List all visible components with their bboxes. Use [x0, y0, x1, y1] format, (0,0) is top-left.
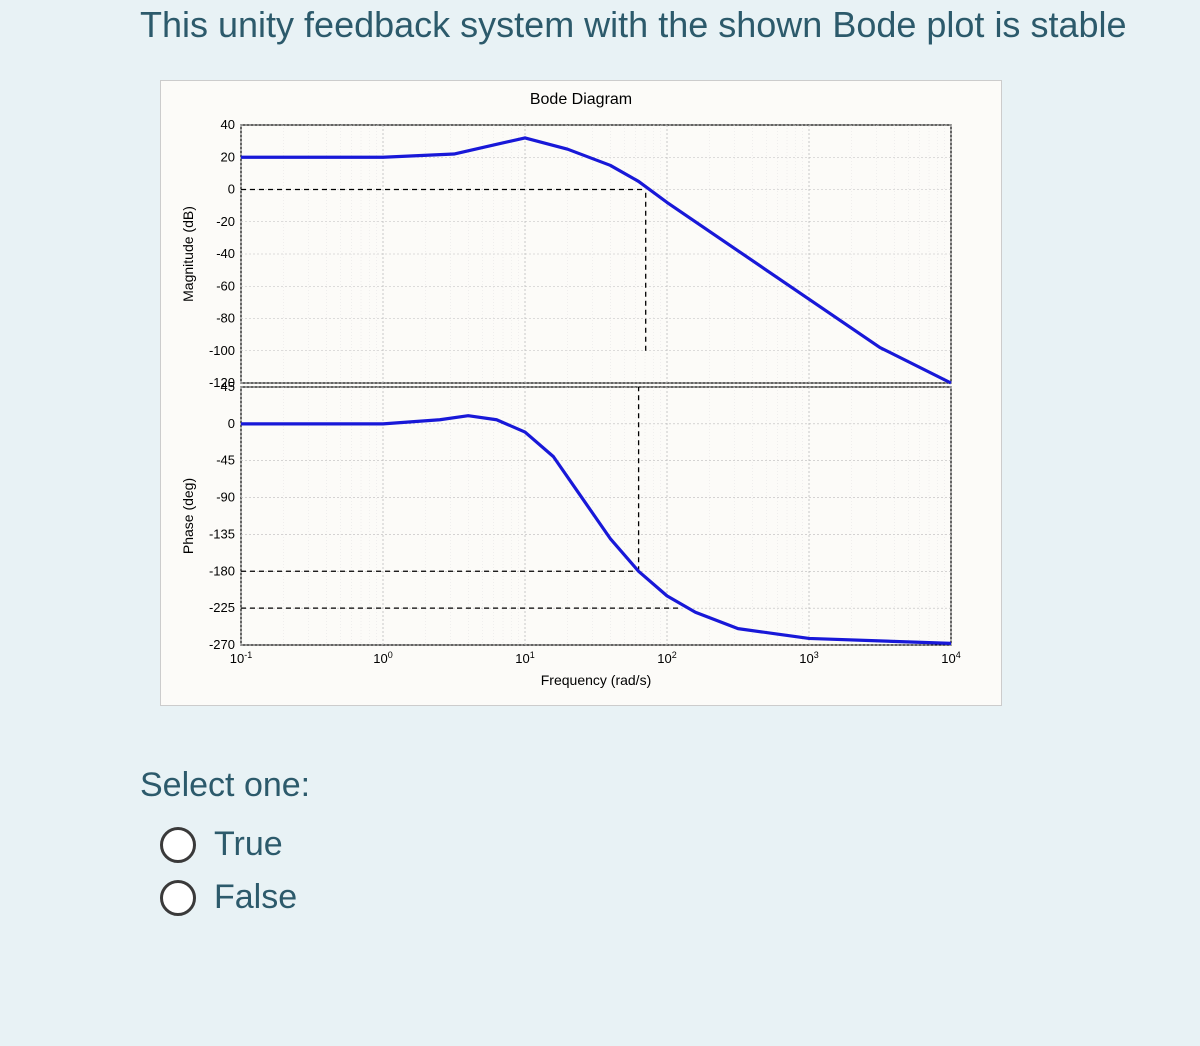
- svg-text:-80: -80: [216, 311, 235, 326]
- select-prompt: Select one:: [140, 766, 1160, 805]
- svg-text:0: 0: [228, 182, 235, 197]
- svg-text:103: 103: [799, 650, 818, 666]
- svg-text:104: 104: [941, 650, 960, 666]
- option-label: True: [214, 825, 283, 864]
- radio-icon[interactable]: [160, 827, 196, 863]
- svg-text:Frequency (rad/s): Frequency (rad/s): [541, 672, 651, 688]
- svg-text:-135: -135: [209, 527, 235, 542]
- chart-title: Bode Diagram: [171, 91, 991, 109]
- svg-text:Magnitude (dB): Magnitude (dB): [180, 207, 196, 303]
- svg-text:Phase (deg): Phase (deg): [180, 478, 196, 554]
- option-false[interactable]: False: [160, 878, 1160, 917]
- question-text: This unity feedback system with the show…: [140, 0, 1160, 50]
- bode-svg: 40200-20-40-60-80-100-120Magnitude (dB)4…: [171, 115, 971, 695]
- svg-text:40: 40: [221, 117, 235, 132]
- svg-text:-90: -90: [216, 490, 235, 505]
- svg-text:-40: -40: [216, 246, 235, 261]
- svg-text:-180: -180: [209, 564, 235, 579]
- svg-text:-45: -45: [216, 453, 235, 468]
- svg-text:-100: -100: [209, 343, 235, 358]
- svg-text:-60: -60: [216, 279, 235, 294]
- bode-chart: Bode Diagram 40200-20-40-60-80-100-120Ma…: [160, 80, 1002, 706]
- svg-text:-225: -225: [209, 601, 235, 616]
- option-true[interactable]: True: [160, 825, 1160, 864]
- svg-text:45: 45: [221, 379, 235, 394]
- svg-text:-270: -270: [209, 637, 235, 652]
- svg-text:101: 101: [515, 650, 534, 666]
- svg-text:102: 102: [657, 650, 676, 666]
- svg-text:100: 100: [373, 650, 392, 666]
- option-label: False: [214, 878, 297, 917]
- svg-text:20: 20: [221, 150, 235, 165]
- svg-text:0: 0: [228, 416, 235, 431]
- radio-icon[interactable]: [160, 880, 196, 916]
- svg-text:10-1: 10-1: [230, 650, 252, 666]
- svg-text:-20: -20: [216, 214, 235, 229]
